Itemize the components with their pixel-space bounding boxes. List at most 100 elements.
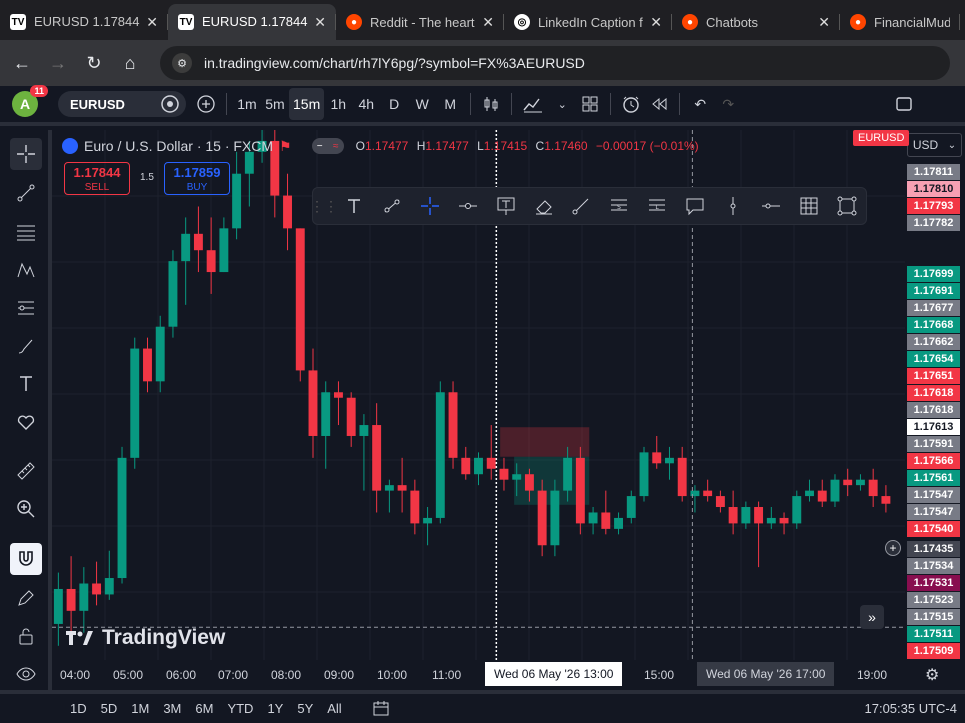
pencil-lock-icon[interactable] [10,582,42,614]
replay-icon[interactable] [645,88,673,120]
candle-body [333,392,343,398]
text-tool-icon[interactable] [335,187,373,225]
candles-icon[interactable] [477,88,505,120]
horizontal-ray-icon[interactable] [449,187,487,225]
clock[interactable]: 17:05:35 UTC-4 [865,701,958,716]
range-3m[interactable]: 3M [163,701,181,716]
alert-clock-icon[interactable] [617,88,645,120]
timeframe-4h[interactable]: 4h [352,88,380,120]
browser-tab[interactable]: ● Chatbots ✕ [672,4,840,40]
range-all[interactable]: All [327,701,341,716]
range-1y[interactable]: 1Y [267,701,283,716]
timeframe-1m[interactable]: 1m [233,88,261,120]
candle-body [588,512,598,524]
range-5y[interactable]: 5Y [297,701,313,716]
home-icon[interactable]: ⌂ [112,45,148,81]
crosshair-tool-icon[interactable] [411,187,449,225]
site-info-icon[interactable]: ⚙ [172,53,192,73]
prediction-icon[interactable] [10,292,42,324]
candle-body [830,479,840,502]
magnet-icon[interactable] [10,543,42,575]
rectangle-icon[interactable] [828,187,866,225]
range-6m[interactable]: 6M [195,701,213,716]
redo-icon[interactable]: ↷ [714,88,742,120]
close-tab-icon[interactable]: ✕ [314,14,326,31]
zoom-icon[interactable] [10,493,42,525]
browser-tab[interactable]: ◎ LinkedIn Caption f ✕ [504,4,672,40]
chevron-down-icon[interactable]: ⌄ [548,88,576,120]
settings-gear-icon[interactable]: ⚙ [925,665,939,685]
undo-icon[interactable]: ↶ [686,88,714,120]
range-5d[interactable]: 5D [101,701,118,716]
text-box-icon[interactable] [487,187,525,225]
brush-icon[interactable] [10,330,42,362]
close-tab-icon[interactable]: ✕ [482,14,494,31]
candle-body [486,457,496,469]
close-tab-icon[interactable]: ✕ [650,14,662,31]
ray-line-icon[interactable] [563,187,601,225]
heart-icon[interactable] [10,406,42,438]
date-range-icon[interactable] [372,700,392,718]
timeframe-M[interactable]: M [436,88,464,120]
price-label: 1.17793 [907,198,960,214]
timeframe-D[interactable]: D [380,88,408,120]
price-label: 1.17613 [907,419,960,435]
close-tab-icon[interactable]: ✕ [146,14,158,31]
crosshair-icon[interactable] [10,138,42,170]
callout-icon[interactable] [676,187,714,225]
lock-icon[interactable] [10,620,42,652]
reload-icon[interactable]: ↻ [76,45,112,81]
open-label: O [355,139,365,153]
time-axis[interactable]: Wed 06 May '26 13:00 Wed 06 May '26 17:0… [52,660,905,690]
visibility-toggle[interactable]: − ≈ [311,138,344,154]
buy-button[interactable]: 1.17859 BUY [164,162,230,195]
table-icon[interactable] [790,187,828,225]
browser-tab[interactable]: ● FinancialMud54 [840,4,960,40]
fib-icon[interactable] [10,216,42,248]
eraser-icon[interactable] [525,187,563,225]
compare-icon[interactable] [160,94,180,114]
avatar[interactable]: A 11 [12,85,48,117]
forward-icon[interactable]: → [40,45,76,81]
fullscreen-icon[interactable] [890,88,918,120]
text-icon[interactable] [10,368,42,400]
timeframe-15m[interactable]: 15m [289,88,325,120]
marker-time-label: Wed 06 May '26 17:00 [697,662,835,686]
timeframe-1h[interactable]: 1h [324,88,352,120]
range-ytd[interactable]: YTD [227,701,253,716]
pattern-icon[interactable] [10,254,42,286]
address-bar[interactable]: ⚙ in.tradingview.com/chart/rh7lY6pg/?sym… [160,46,950,80]
add-crosshair-icon[interactable]: + [885,540,901,556]
browser-tab[interactable]: TV EURUSD 1.17844 ∧ ✕ [0,4,168,40]
symbol-name: EURUSD [70,96,125,112]
drag-handle[interactable]: ⋮⋮ [310,187,338,225]
range-1m[interactable]: 1M [131,701,149,716]
back-icon[interactable]: ← [4,45,40,81]
timeframe-5m[interactable]: 5m [261,88,289,120]
browser-tab[interactable]: TV EURUSD 1.17844 ∧ ✕ [168,4,336,40]
browser-tab[interactable]: ● Reddit - The heart ✕ [336,4,504,40]
trend-line-icon[interactable] [373,187,411,225]
flag-marker-icon[interactable]: ⚑ [279,138,292,155]
eye-icon[interactable] [10,658,42,690]
price-label: 1.17509 [907,643,960,659]
indicators-icon[interactable] [518,88,548,120]
symbol-search[interactable]: EURUSD [58,91,186,117]
price-label: 1.17662 [907,334,960,350]
short-position-icon[interactable]: S [600,187,638,225]
vertical-line-icon[interactable] [714,187,752,225]
trend-line-tool-icon[interactable] [10,177,42,209]
horizontal-line-icon[interactable] [752,187,790,225]
timeframe-W[interactable]: W [408,88,436,120]
long-position-icon[interactable]: L [638,187,676,225]
layout-grid-icon[interactable] [576,88,604,120]
legend-title[interactable]: Euro / U.S. Dollar · 15 · FXCM [84,138,273,154]
range-1d[interactable]: 1D [70,701,87,716]
sell-button[interactable]: 1.17844 SELL [64,162,130,195]
close-tab-icon[interactable]: ✕ [818,14,830,31]
ruler-icon[interactable] [10,455,42,487]
price-label: 1.17810 [907,181,960,197]
currency-select[interactable]: USD ⌄ [907,133,962,157]
add-symbol-icon[interactable] [192,88,220,120]
scroll-to-realtime-button[interactable]: » [860,605,884,629]
